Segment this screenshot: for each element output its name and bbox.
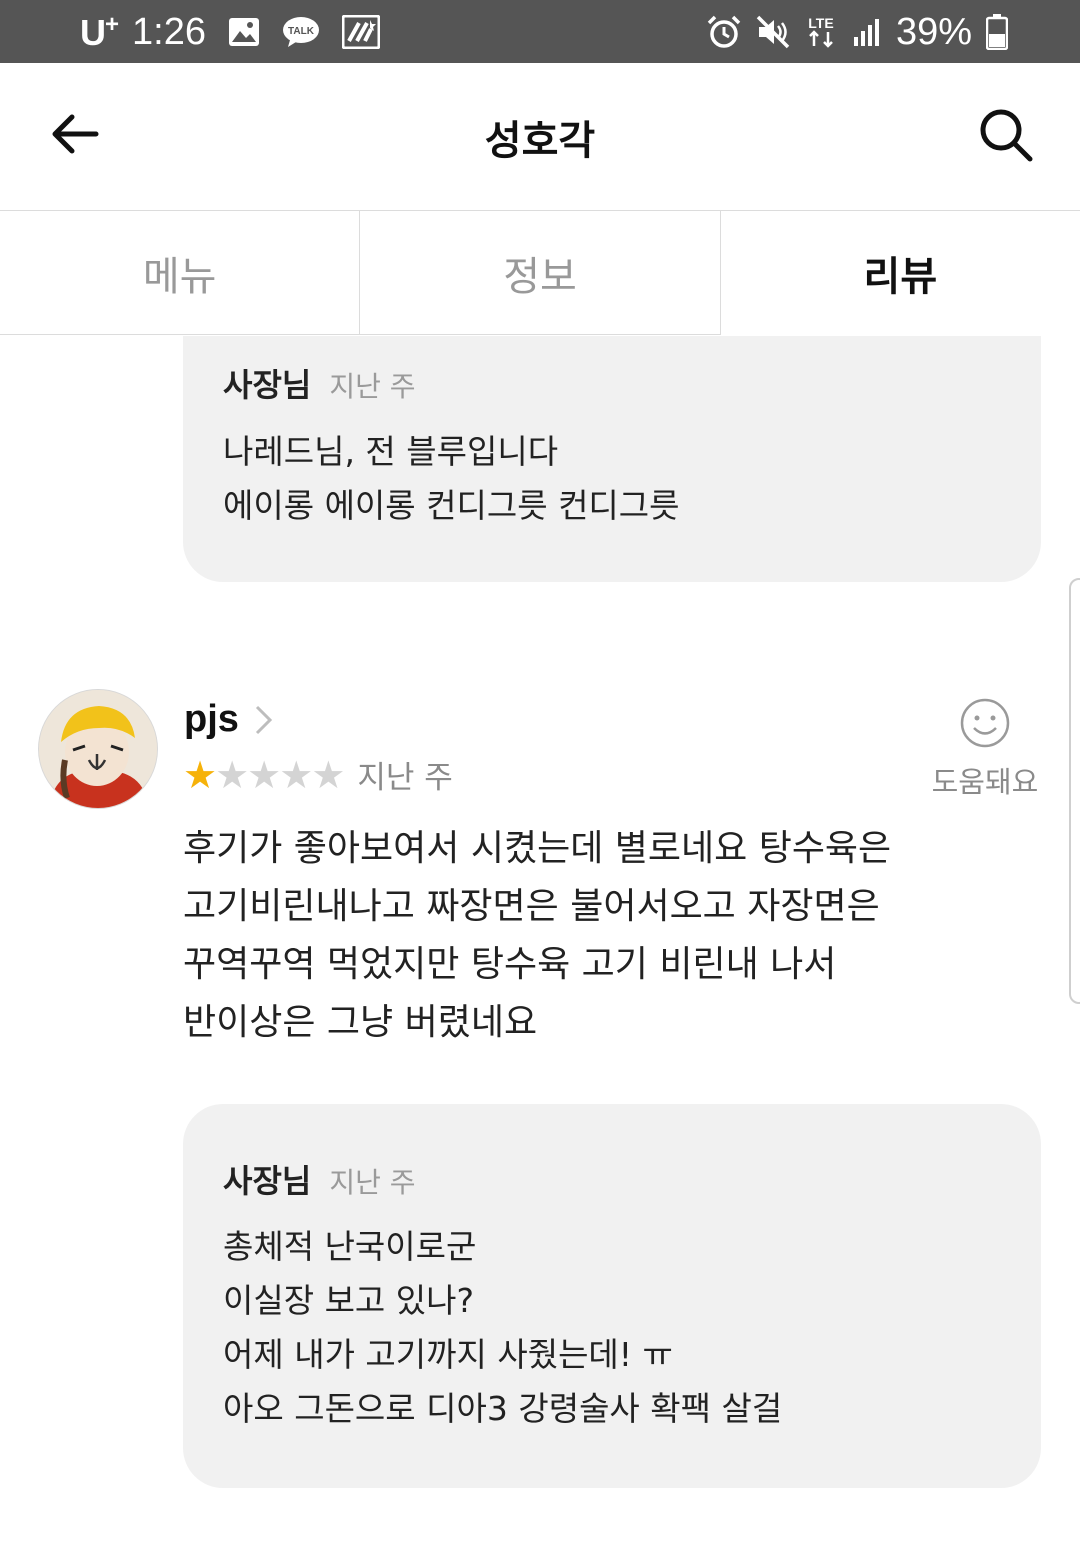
helpful-label: 도움돼요 xyxy=(931,765,1039,799)
talk-icon: TALK xyxy=(282,16,320,48)
battery-percent: 39% xyxy=(895,10,972,53)
star-empty-icon: ★ xyxy=(279,752,314,797)
mute-icon xyxy=(756,15,790,49)
smiley-icon xyxy=(960,698,1010,748)
search-button[interactable] xyxy=(978,107,1034,163)
star-filled-icon: ★ xyxy=(183,752,218,797)
reply-author: 사장님 xyxy=(223,1162,312,1200)
signal-icon xyxy=(852,17,882,47)
app-bar: 성호각 xyxy=(0,63,1080,211)
review-text: 후기가 좋아보여서 시켰는데 별로네요 탕수육은 고기비린내나고 짜장면은 불어… xyxy=(183,828,892,1043)
owner-reply-2: 사장님 지난 주 총체적 난국이로군 이실장 보고 있나? 어제 내가 고기까지… xyxy=(183,1104,1041,1488)
star-empty-icon: ★ xyxy=(311,752,346,797)
reply-author: 사장님 xyxy=(223,366,312,404)
battery-icon xyxy=(986,14,1008,50)
reply-header: 사장님 지난 주 xyxy=(223,1156,416,1202)
avatar[interactable] xyxy=(38,689,158,809)
reply-time: 지난 주 xyxy=(329,1166,416,1199)
review-rating-row: ★★★★★ 지난 주 xyxy=(183,752,453,797)
tab-reviews[interactable]: 리뷰 xyxy=(720,211,1080,335)
chevron-right-icon xyxy=(255,705,273,734)
review-author[interactable]: pjs xyxy=(184,698,239,741)
tab-bar: 메뉴 정보 리뷰 xyxy=(0,211,1080,335)
image-icon xyxy=(228,17,260,47)
status-bar-right: LTE 39% xyxy=(706,8,1008,56)
reply-time: 지난 주 xyxy=(329,370,416,403)
avatar-illustration xyxy=(39,690,157,808)
status-bar-left: U+ 1:26 TALK xyxy=(80,8,380,56)
helpful-button[interactable]: 도움돼요 xyxy=(925,697,1045,801)
carrier-label: U+ xyxy=(80,10,119,53)
lte-icon: LTE xyxy=(804,14,838,50)
reply-header: 사장님 지난 주 xyxy=(223,360,416,406)
tab-menu[interactable]: 메뉴 xyxy=(0,211,361,335)
star-rating: ★★★★★ xyxy=(183,752,346,797)
clock: 1:26 xyxy=(132,10,206,53)
star-empty-icon: ★ xyxy=(215,752,250,797)
tab-info[interactable]: 정보 xyxy=(360,211,721,335)
star-empty-icon: ★ xyxy=(247,752,282,797)
svg-text:TALK: TALK xyxy=(288,26,315,37)
reply-text: 나레드님, 전 블루입니다 에이롱 에이롱 컨디그릇 컨디그릇 xyxy=(223,432,680,525)
reply-text: 총체적 난국이로군 이실장 보고 있나? 어제 내가 고기까지 사줬는데! ㅠ … xyxy=(223,1227,783,1428)
search-icon xyxy=(980,109,1033,162)
scroll-handle[interactable] xyxy=(1069,578,1080,1004)
review-author-row[interactable]: pjs xyxy=(184,698,275,741)
status-bar: U+ 1:26 TALK LTE 39% xyxy=(0,0,1080,63)
charging-app-icon xyxy=(341,15,380,49)
page-title: 성호각 xyxy=(484,118,596,164)
svg-text:LTE: LTE xyxy=(808,15,833,31)
owner-reply: 사장님 지난 주 나레드님, 전 블루입니다 에이롱 에이롱 컨디그릇 컨디그릇 xyxy=(183,336,1041,582)
alarm-icon xyxy=(706,14,742,50)
review-time: 지난 주 xyxy=(357,760,453,796)
